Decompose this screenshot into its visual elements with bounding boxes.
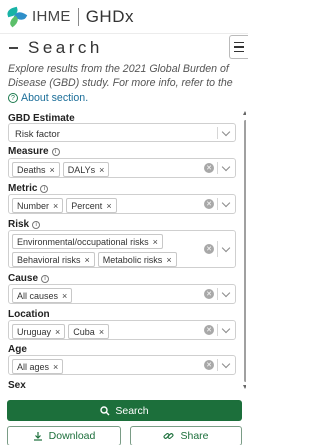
gbd-estimate-select[interactable]: Risk factor: [8, 123, 236, 142]
remove-icon[interactable]: ×: [153, 237, 158, 247]
remove-icon[interactable]: ×: [106, 201, 111, 211]
chevron-down-icon[interactable]: [221, 162, 231, 172]
age-chip: All ages ×: [12, 359, 64, 374]
scroll-down-arrow-icon[interactable]: [243, 385, 246, 389]
info-icon[interactable]: i: [40, 184, 49, 193]
hamburger-menu-button[interactable]: [229, 35, 248, 59]
age-label: Age: [8, 344, 27, 355]
risk-select[interactable]: Environmental/occupational risks × Behavi…: [8, 230, 236, 268]
sex-label: Sex: [8, 380, 26, 390]
chevron-down-icon[interactable]: [221, 359, 231, 369]
select-divider: [217, 198, 218, 210]
metric-chip: Percent ×: [66, 198, 117, 213]
chevron-down-icon[interactable]: [221, 243, 231, 253]
scroll-up-arrow-icon[interactable]: [243, 111, 246, 115]
age-select[interactable]: All ages × ✕: [8, 355, 236, 375]
app-header: IHME GHDx: [0, 0, 248, 34]
about-row: ? About section.: [8, 92, 88, 104]
header-divider: [77, 7, 79, 26]
search-button[interactable]: Search: [7, 400, 242, 421]
measure-chips: Deaths × DALYs ×: [12, 162, 202, 177]
download-button-label: Download: [48, 430, 96, 442]
remove-icon[interactable]: ×: [166, 255, 171, 265]
cause-label: Cause i: [8, 273, 50, 284]
clear-icon[interactable]: ✕: [204, 244, 214, 254]
chevron-down-icon[interactable]: [221, 127, 231, 137]
info-icon[interactable]: i: [51, 147, 60, 156]
risk-label: Risk i: [8, 219, 41, 230]
measure-chip: Deaths ×: [12, 162, 60, 177]
form-scrollbar[interactable]: [244, 120, 246, 382]
risk-chip: Behavioral risks ×: [12, 252, 95, 267]
clear-icon[interactable]: ✕: [204, 199, 214, 209]
metric-chips: Number × Percent ×: [12, 198, 202, 213]
select-divider: [217, 324, 218, 336]
risk-chip: Environmental/occupational risks ×: [12, 234, 163, 249]
measure-select[interactable]: Deaths × DALYs × ✕: [8, 158, 236, 178]
remove-icon[interactable]: ×: [53, 362, 58, 372]
remove-icon[interactable]: ×: [55, 327, 60, 337]
search-panel-title: Search: [28, 38, 103, 57]
chevron-down-icon[interactable]: [221, 198, 231, 208]
collapse-dash-icon[interactable]: [9, 47, 18, 49]
intro-text: Explore results from the 2021 Global Bur…: [8, 63, 233, 89]
remove-icon[interactable]: ×: [99, 327, 104, 337]
search-form: GBD Estimate Risk factor Measure i Deaths…: [6, 108, 246, 390]
clear-icon[interactable]: ✕: [204, 163, 214, 173]
ihme-logo-icon[interactable]: [6, 6, 28, 28]
remove-icon[interactable]: ×: [62, 291, 67, 301]
clear-icon[interactable]: ✕: [204, 289, 214, 299]
question-circle-icon: ?: [8, 93, 18, 103]
metric-select[interactable]: Number × Percent × ✕: [8, 194, 236, 214]
info-icon[interactable]: i: [41, 274, 50, 283]
select-divider: [217, 162, 218, 174]
chevron-down-icon[interactable]: [221, 324, 231, 334]
link-icon: [164, 433, 174, 439]
remove-icon[interactable]: ×: [85, 255, 90, 265]
location-chip: Uruguay ×: [12, 324, 66, 339]
clear-icon[interactable]: ✕: [204, 360, 214, 370]
info-icon[interactable]: i: [32, 220, 41, 229]
measure-chip: DALYs ×: [62, 162, 110, 177]
share-button[interactable]: Share: [130, 426, 242, 445]
search-panel-header: Search: [0, 36, 248, 60]
cause-select[interactable]: All causes × ✕: [8, 284, 236, 304]
cause-chips: All causes ×: [12, 288, 202, 303]
metric-chip: Number ×: [12, 198, 64, 213]
remove-icon[interactable]: ×: [50, 165, 55, 175]
search-icon: [100, 405, 110, 415]
download-button[interactable]: Download: [7, 426, 121, 445]
location-label: Location: [8, 309, 50, 320]
select-divider: [217, 127, 218, 139]
remove-icon[interactable]: ×: [53, 201, 58, 211]
risk-chip: Metabolic risks ×: [97, 252, 177, 267]
location-chip: Cuba ×: [68, 324, 110, 339]
clear-icon[interactable]: ✕: [204, 325, 214, 335]
search-button-label: Search: [115, 404, 149, 417]
select-divider: [217, 359, 218, 371]
gbd-estimate-value: Risk factor: [15, 129, 60, 140]
age-chips: All ages ×: [12, 359, 202, 374]
about-link[interactable]: About section.: [21, 92, 88, 104]
chevron-down-icon[interactable]: [221, 288, 231, 298]
remove-icon[interactable]: ×: [99, 165, 104, 175]
location-select[interactable]: Uruguay × Cuba × ✕: [8, 320, 236, 340]
risk-chips: Environmental/occupational risks × Behavi…: [12, 234, 202, 267]
cause-chip: All causes ×: [12, 288, 73, 303]
product-name[interactable]: GHDx: [86, 7, 134, 27]
menu-line: [234, 46, 244, 48]
menu-line: [234, 41, 244, 44]
select-divider: [217, 241, 218, 257]
download-icon: [33, 432, 42, 441]
menu-line: [234, 50, 244, 53]
measure-label: Measure i: [8, 146, 60, 157]
brand-name[interactable]: IHME: [32, 8, 71, 25]
share-button-label: Share: [180, 430, 209, 442]
location-chips: Uruguay × Cuba ×: [12, 324, 202, 339]
metric-label: Metric i: [8, 183, 49, 194]
select-divider: [217, 288, 218, 300]
